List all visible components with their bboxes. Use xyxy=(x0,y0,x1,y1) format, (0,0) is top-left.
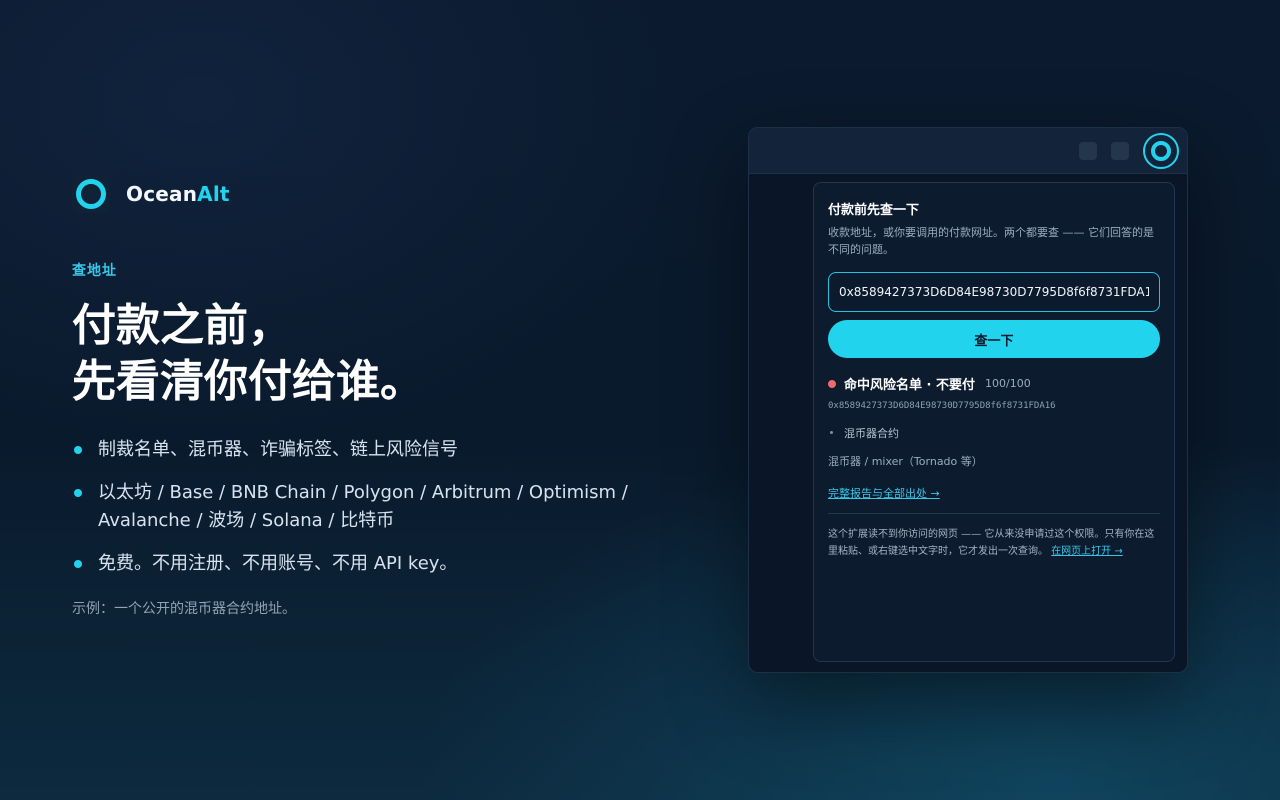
full-report-link[interactable]: 完整报告与全部出处 → xyxy=(828,485,940,501)
risk-tag-list: 混币器合约 xyxy=(828,425,1160,441)
feature-item: 免费。不用注册、不用账号、不用 API key。 xyxy=(72,550,672,578)
example-note: 示例：一个公开的混币器合约地址。 xyxy=(72,601,296,617)
risk-tag: 混币器合约 xyxy=(828,425,1160,441)
divider xyxy=(828,513,1160,514)
result-header: 命中风险名单 · 不要付 100/100 xyxy=(828,374,1160,393)
risk-score: 100/100 xyxy=(985,377,1031,390)
oceanalt-extension-icon[interactable] xyxy=(1143,132,1179,169)
check-button[interactable]: 查一下 xyxy=(828,320,1160,358)
extension-popup: 付款前先查一下 收款地址，或你要调用的付款网址。两个都要查 —— 它们回答的是不… xyxy=(813,182,1175,662)
bullet-icon xyxy=(74,446,82,454)
privacy-note: 这个扩展读不到你访问的网页 —— 它从来没申请过这个权限。只有你在这里粘贴、或右… xyxy=(828,529,1155,557)
result-title: 命中风险名单 · 不要付 xyxy=(844,378,975,393)
brand: OceanAlt xyxy=(72,174,672,214)
toolbar-extension-icon[interactable] xyxy=(1079,141,1097,160)
bullet-icon xyxy=(74,560,82,568)
feature-item: 以太坊 / Base / BNB Chain / Polygon / Arbit… xyxy=(72,479,672,535)
risk-tag-description: 混币器 / mixer（Tornado 等） xyxy=(828,455,983,468)
feature-item: 制裁名单、混币器、诈骗标签、链上风险信号 xyxy=(72,436,672,464)
result-address: 0x8589427373D6D84E98730D7795D8f6f8731FDA… xyxy=(828,401,1056,411)
open-on-web-link[interactable]: 在网页上打开 → xyxy=(1051,546,1123,557)
page-headline: 付款之前， 先看清你付给谁。 xyxy=(72,300,424,407)
feature-list: 制裁名单、混币器、诈骗标签、链上风险信号 以太坊 / Base / BNB Ch… xyxy=(72,436,672,578)
ring-logo-icon xyxy=(72,175,110,213)
eyebrow-label: 查地址 xyxy=(72,263,117,279)
hero-section: OceanAlt 查地址 付款之前， 先看清你付给谁。 制裁名单、混币器、诈骗标… xyxy=(72,174,672,618)
browser-toolbar xyxy=(749,128,1187,174)
brand-name: OceanAlt xyxy=(126,182,230,206)
risk-status-icon xyxy=(828,379,836,388)
browser-window-mock: 付款前先查一下 收款地址，或你要调用的付款网址。两个都要查 —— 它们回答的是不… xyxy=(748,127,1188,673)
popup-subtitle: 收款地址，或你要调用的付款网址。两个都要查 —— 它们回答的是不同的问题。 xyxy=(828,226,1154,256)
bullet-icon xyxy=(74,489,82,497)
popup-title: 付款前先查一下 xyxy=(828,203,920,218)
toolbar-extension-icon[interactable] xyxy=(1111,141,1129,160)
address-input[interactable] xyxy=(828,272,1160,312)
